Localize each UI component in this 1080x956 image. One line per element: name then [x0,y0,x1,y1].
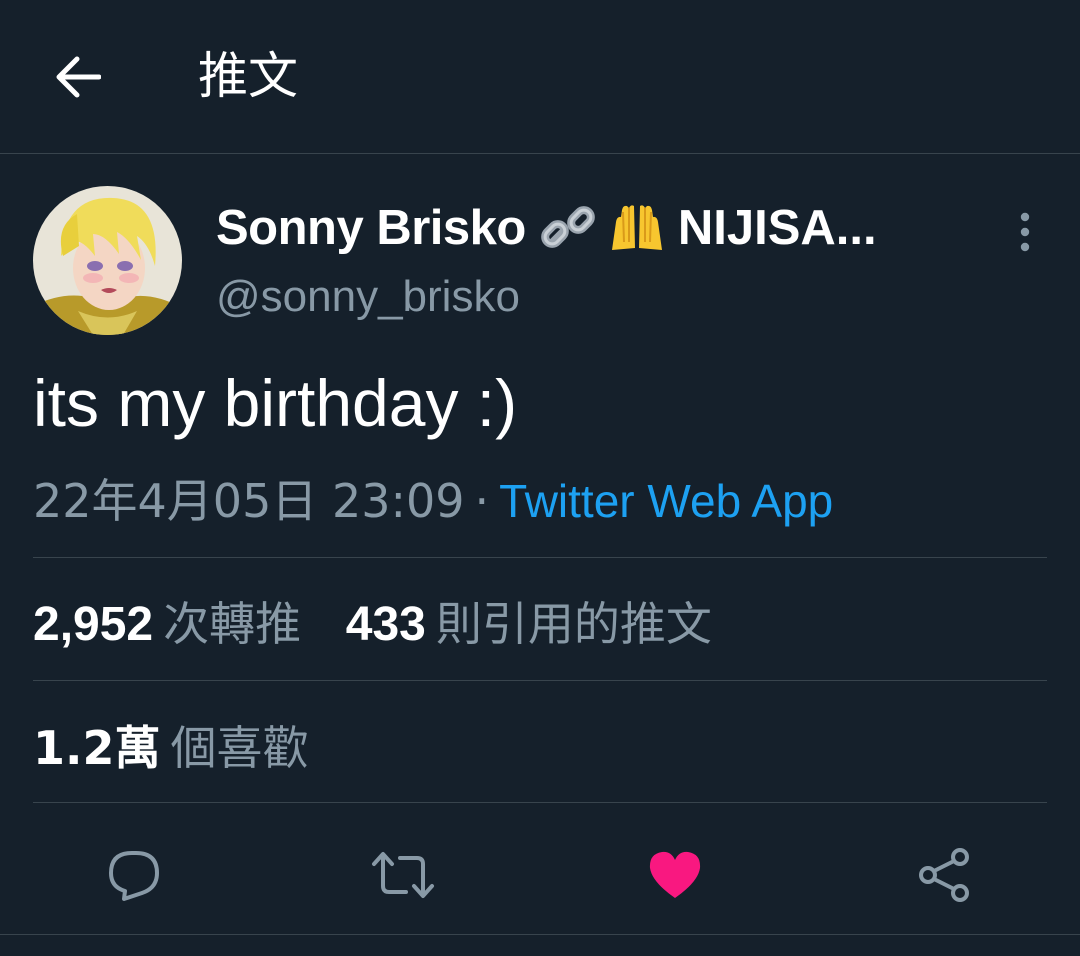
quotes-count: 433 [345,598,426,651]
like-button[interactable] [640,840,710,910]
author-name[interactable]: Sonny Brisko [216,200,526,256]
share-icon [919,848,969,902]
meta-separator: · [474,474,490,528]
retweet-button[interactable] [368,840,438,910]
action-bar [0,830,1080,910]
likes-count: 1.2萬 [33,721,161,775]
share-button[interactable] [909,840,979,910]
divider [33,557,1047,558]
retweet-stats: 2,952 次轉推 433 則引用的推文 [33,588,742,654]
likes-label: 個喜歡 [170,721,309,775]
tweet-meta: 22年4月05日 23:09 · Twitter Web App [33,465,833,531]
raising-hands-emoji-icon [611,205,662,250]
link-emoji-icon [541,206,595,248]
retweet-icon [372,852,434,898]
top-bar: 推文 [0,0,1080,154]
bottom-divider [0,934,1080,935]
divider [33,680,1047,681]
reply-button[interactable] [99,840,169,910]
more-vertical-icon [1020,212,1030,252]
avatar[interactable] [33,186,182,335]
reply-icon [109,851,159,901]
tweet-date[interactable]: 22年4月05日 23:09 [33,474,465,528]
retweets-count: 2,952 [33,598,154,651]
tweet-source-link[interactable]: Twitter Web App [499,475,833,527]
author-name-suffix[interactable]: NIJISA... [678,200,877,256]
arrow-left-icon [56,56,101,98]
author-name-row[interactable]: Sonny Brisko NIJISA... [216,196,877,260]
likes-stat[interactable]: 1.2萬 個喜歡 [33,712,309,778]
divider [33,802,1047,803]
quotes-stat[interactable]: 433 則引用的推文 [346,597,712,651]
page-title: 推文 [198,47,298,105]
tweet-text: its my birthday :) [33,366,518,440]
retweets-stat[interactable]: 2,952 次轉推 [33,597,301,651]
quotes-label: 則引用的推文 [435,597,712,651]
author-handle[interactable]: @sonny_brisko [216,272,520,322]
retweets-label: 次轉推 [163,597,302,651]
back-button[interactable] [50,52,104,102]
heart-filled-icon [649,851,701,898]
more-options-button[interactable] [1008,208,1042,256]
